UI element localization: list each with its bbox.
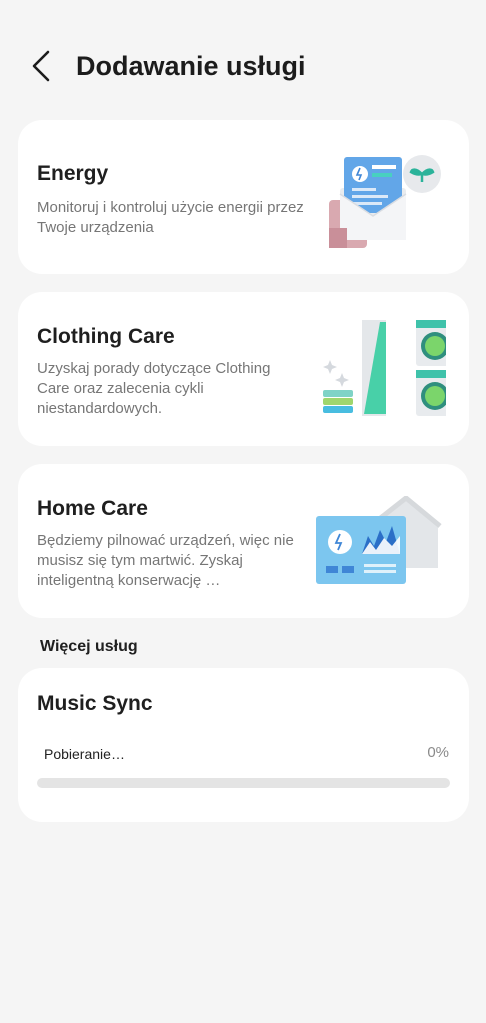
home-care-dashboard-illustration	[316, 496, 442, 584]
service-description-energy: Monitoruj i kontroluj użycie energii prz…	[37, 199, 304, 236]
service-card-energy[interactable]: Energy Monitoruj i kontroluj użycie ener…	[18, 120, 469, 274]
service-card-clothing-care[interactable]: Clothing Care Uzyskaj porady dotyczące C…	[18, 292, 469, 446]
download-progress-bar	[37, 778, 450, 788]
download-percent: 0%	[427, 744, 449, 761]
service-card-music-sync: Music Sync Pobieranie… 0%	[18, 668, 469, 822]
service-title-music-sync: Music Sync	[37, 692, 153, 715]
energy-report-illustration	[329, 155, 441, 248]
download-status: Pobieranie…	[44, 746, 125, 762]
header: Dodawanie usługi	[0, 36, 486, 96]
washer-dryer-illustration	[323, 320, 446, 416]
service-title-clothing-care: Clothing Care	[37, 325, 175, 348]
service-title-home-care: Home Care	[37, 497, 148, 520]
arrow-back-icon[interactable]	[26, 48, 58, 84]
service-description-home-care: Będziemy pilnować urządzeń, więc nie mus…	[37, 532, 294, 589]
service-description-clothing-care: Uzyskaj porady dotyczące Clothing Care o…	[37, 360, 271, 417]
section-label-more-services: Więcej usług	[40, 638, 138, 655]
page-title: Dodawanie usługi	[76, 51, 306, 81]
service-card-home-care[interactable]: Home Care Będziemy pilnować urządzeń, wi…	[18, 464, 469, 618]
service-title-energy: Energy	[37, 162, 109, 185]
